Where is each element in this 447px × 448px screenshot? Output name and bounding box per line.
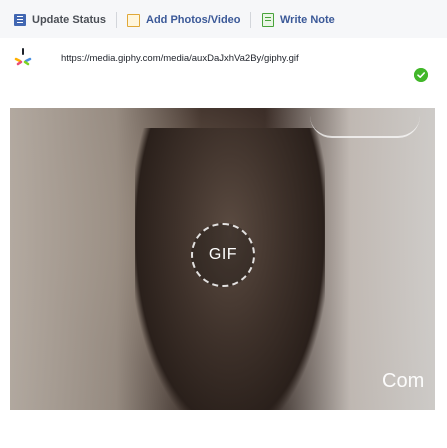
gif-badge-label: GIF (208, 246, 238, 263)
status-icon (14, 14, 26, 26)
tab-update-status[interactable]: Update Status (14, 12, 106, 28)
partial-overlay-text: Com (382, 370, 425, 392)
tab-label: Write Note (280, 14, 335, 26)
note-icon (262, 13, 274, 27)
preview-curve (310, 116, 420, 138)
gif-play-badge[interactable]: GIF (191, 223, 255, 287)
link-row (0, 38, 447, 108)
gif-preview[interactable]: GIF Com (10, 108, 435, 410)
tab-label: Add Photos/Video (146, 14, 241, 26)
tab-label: Update Status (32, 14, 106, 26)
check-circle-icon (414, 68, 428, 82)
tab-add-photos-video[interactable]: Add Photos/Video (127, 12, 241, 28)
tab-write-note[interactable]: Write Note (262, 12, 335, 28)
composer-tabs: Update Status Add Photos/Video Write Not… (0, 0, 447, 39)
photo-icon (127, 13, 140, 27)
link-url[interactable]: https://media.giphy.com/media/auxDaJxhVa… (61, 53, 299, 64)
tab-divider (116, 12, 117, 28)
tab-divider (250, 12, 251, 28)
giphy-logo-icon (14, 48, 32, 66)
